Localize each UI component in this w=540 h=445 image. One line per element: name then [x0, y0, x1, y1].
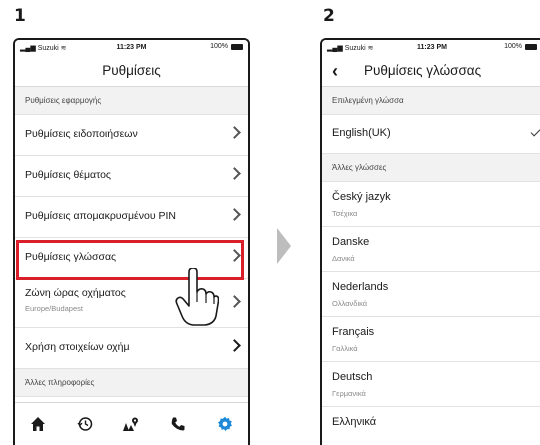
battery-percent: 100% [210, 43, 228, 50]
page-title: Ρυθμίσεις γλώσσας [364, 63, 482, 78]
page-title: Ρυθμίσεις [102, 63, 161, 78]
settings-item-notifications[interactable]: Ρυθμίσεις ειδοποιήσεων [15, 115, 248, 156]
settings-item-vehicle-data[interactable]: Χρήση στοιχείων οχήμ [15, 328, 248, 369]
chevron-right-icon [228, 126, 241, 139]
step-number-1: 1 [14, 6, 26, 26]
history-icon [77, 417, 93, 431]
section-header-other-languages: Άλλες γλώσσες [322, 154, 540, 182]
language-native-name: Γερμανικά [332, 389, 366, 398]
tab-history[interactable] [70, 409, 100, 439]
pointing-hand-icon [175, 268, 219, 326]
tab-bar [15, 402, 248, 445]
language-native-name: Ολλανδικά [332, 299, 368, 308]
next-step-arrow-icon [277, 228, 291, 264]
battery-icon [231, 43, 243, 50]
battery-percent: 100% [504, 43, 522, 50]
settings-item-label: Χρήση στοιχείων οχήμ [25, 341, 130, 353]
settings-item-label: Ρυθμίσεις θέματος [25, 169, 111, 181]
settings-icon [217, 416, 232, 431]
section-header-selected-language: Επιλεγμένη γλώσσα [322, 87, 540, 115]
selected-language-item[interactable]: English(UK) [322, 115, 540, 154]
language-native-name: Τσέχικα [332, 209, 358, 218]
phone-icon [171, 417, 185, 431]
language-item-czech[interactable]: Český jazyk Τσέχικα [322, 182, 540, 227]
nav-bar: ‹ Ρυθμίσεις γλώσσας [322, 56, 540, 87]
language-item-german[interactable]: Deutsch Γερμανικά [322, 362, 540, 407]
map-icon [123, 417, 139, 431]
phone-screen-settings: ▂▄▆ Suzuki ≋ 11:23 PM 100% Ρυθμίσεις Ρυθ… [13, 38, 250, 445]
settings-item-label: Ρυθμίσεις απομακρυσμένου PIN [25, 210, 176, 222]
chevron-right-icon [228, 339, 241, 352]
settings-item-remote-pin[interactable]: Ρυθμίσεις απομακρυσμένου PIN [15, 197, 248, 238]
chevron-right-icon [228, 208, 241, 221]
settings-item-label: Ρυθμίσεις ειδοποιήσεων [25, 128, 138, 140]
language-item-danish[interactable]: Danske Δανικά [322, 227, 540, 272]
checkmark-icon [530, 126, 540, 137]
settings-item-value: Europe/Budapest [25, 304, 83, 313]
language-name: Ελληνικά [332, 416, 377, 428]
language-name: Danske [332, 236, 370, 248]
tab-map[interactable] [116, 409, 146, 439]
status-bar: ▂▄▆ Suzuki ≋ 11:23 PM 100% [322, 40, 540, 56]
settings-item-label: Ζώνη ώρας οχήματος [25, 287, 126, 299]
language-name: Český jazyk [332, 191, 391, 203]
nav-bar: Ρυθμίσεις [15, 56, 248, 87]
section-header-app-settings: Ρυθμίσεις εφαρμογής [15, 87, 248, 115]
settings-item-theme[interactable]: Ρυθμίσεις θέματος [15, 156, 248, 197]
step-number-2: 2 [323, 6, 335, 26]
language-name: Nederlands [332, 281, 389, 293]
language-item-greek[interactable]: Ελληνικά [322, 407, 540, 445]
battery-icon [525, 43, 537, 50]
status-bar: ▂▄▆ Suzuki ≋ 11:23 PM 100% [15, 40, 248, 56]
tab-home[interactable] [23, 409, 53, 439]
language-item-dutch[interactable]: Nederlands Ολλανδικά [322, 272, 540, 317]
selected-language-label: English(UK) [332, 127, 391, 139]
home-icon [31, 417, 46, 431]
section-header-other-info: Άλλες πληροφορίες [15, 369, 248, 397]
chevron-right-icon [228, 167, 241, 180]
language-native-name: Γαλλικά [332, 344, 358, 353]
tab-settings[interactable] [210, 409, 240, 439]
chevron-right-icon [228, 295, 241, 308]
language-native-name: Δανικά [332, 254, 355, 263]
back-chevron-icon[interactable]: ‹ [332, 61, 338, 82]
language-name: Français [332, 326, 375, 338]
language-name: Deutsch [332, 371, 373, 383]
tab-phone[interactable] [163, 409, 193, 439]
phone-screen-language: ▂▄▆ Suzuki ≋ 11:23 PM 100% ‹ Ρυθμίσεις γ… [320, 38, 540, 445]
language-item-french[interactable]: Français Γαλλικά [322, 317, 540, 362]
